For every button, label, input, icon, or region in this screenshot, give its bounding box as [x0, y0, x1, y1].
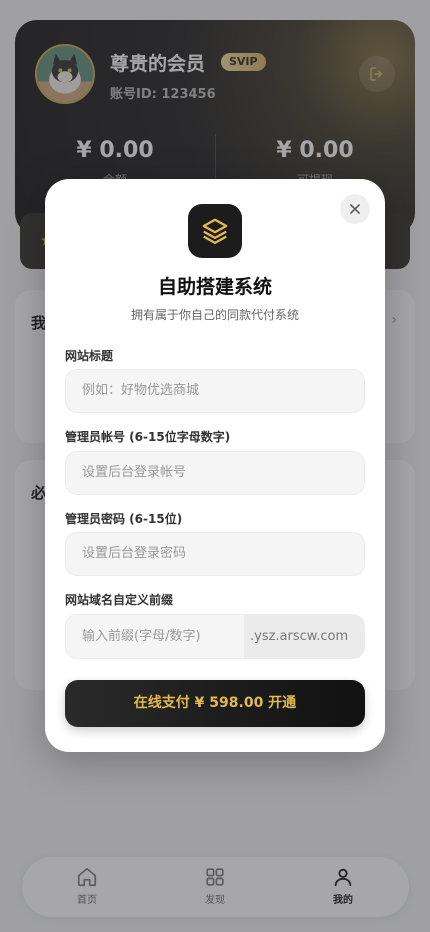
admin-account-input[interactable]: 设置后台登录帐号	[65, 451, 365, 495]
modal-title: 自助搭建系统	[157, 276, 272, 298]
pay-activate-button[interactable]: 在线支付 ¥ 598.00 开通	[65, 680, 365, 727]
modal-subtitle: 拥有属于你自己的同款代付系统	[130, 308, 299, 322]
admin-password-label: 管理员密码 (6-15位)	[65, 512, 183, 526]
close-button[interactable]	[340, 194, 370, 224]
domain-prefix-label: 网站域名自定义前缀	[65, 593, 174, 607]
domain-suffix: .ysz.arscw.com	[244, 615, 364, 658]
layers-logo	[188, 204, 242, 258]
admin-password-input[interactable]: 设置后台登录密码	[65, 532, 365, 576]
domain-field-group: 输入前缀(字母/数字) .ysz.arscw.com	[65, 614, 365, 659]
close-icon	[350, 204, 360, 214]
domain-prefix-input[interactable]: 输入前缀(字母/数字)	[66, 615, 244, 658]
admin-account-label: 管理员帐号 (6-15位字母数字)	[65, 430, 231, 444]
site-title-label: 网站标题	[65, 349, 114, 363]
layers-icon	[202, 218, 228, 244]
build-system-modal: 自助搭建系统 拥有属于你自己的同款代付系统 网站标题 例如：好物优选商城 管理员…	[45, 179, 385, 752]
site-title-input[interactable]: 例如：好物优选商城	[65, 369, 365, 413]
